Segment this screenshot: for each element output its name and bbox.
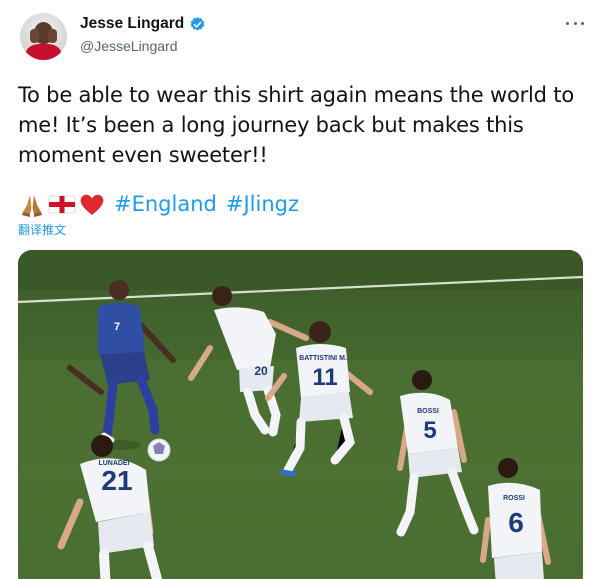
translate-tweet-link[interactable]: 翻译推文 [18,221,66,238]
player-number-6: 6 [508,507,524,538]
player-number-5: 5 [423,417,436,444]
player-name-rossi: ROSSI [503,495,525,502]
avatar-hand-left [30,29,39,43]
author-name-row[interactable]: Jesse Lingard [80,15,206,33]
author-display-name[interactable]: Jesse Lingard [80,15,184,33]
player-number-21: 21 [101,465,132,496]
folded-hands-icon [22,195,42,217]
player-name-bossi: BOSSI [417,408,439,415]
emoji-hashtag-row: #England #Jlingz [18,190,299,218]
verified-badge-icon [191,16,205,31]
player-name-battistini: BATTISTINI M. [299,355,347,362]
hashtag-link-jlingz[interactable]: #Jlingz [226,192,299,216]
author-avatar[interactable] [20,13,67,60]
more-options-icon[interactable] [566,14,584,32]
author-handle[interactable]: @JesseLingard [80,38,178,54]
avatar-shirt [26,44,61,60]
red-heart-icon [80,194,104,215]
hashtag-link-england[interactable]: #England [114,192,217,216]
player-number-20: 20 [254,364,268,378]
tweet-photo[interactable]: BATTISTINI M. BOSSI LUNADEI ROSSI 7 20 1… [18,250,583,579]
england-flag-icon [48,195,76,214]
avatar-hand-right [48,29,57,43]
player-number-11: 11 [312,364,337,391]
football-match-photo: BATTISTINI M. BOSSI LUNADEI ROSSI 7 20 1… [18,250,583,579]
player-number-7: 7 [114,321,120,333]
tweet-text: To be able to wear this shirt again mean… [18,83,574,167]
